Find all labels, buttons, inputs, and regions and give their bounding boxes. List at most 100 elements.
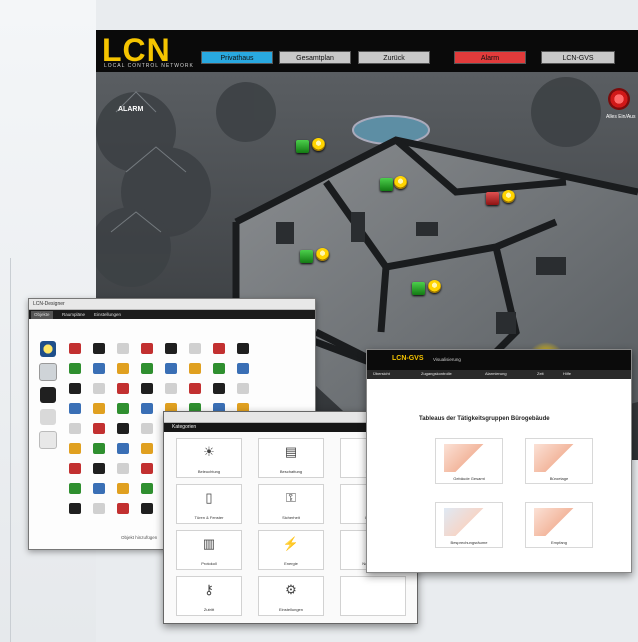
tableau-tile[interactable]: Büroetage xyxy=(525,438,593,484)
object-icon[interactable] xyxy=(69,383,81,394)
nav-privathaus-button[interactable]: Privathaus xyxy=(201,51,273,64)
device-switch-icon[interactable] xyxy=(380,178,393,191)
object-icon[interactable] xyxy=(165,363,177,374)
object-icon[interactable] xyxy=(141,343,153,354)
object-icon[interactable] xyxy=(141,483,153,494)
lamp-icon[interactable] xyxy=(428,280,441,293)
object-icon[interactable] xyxy=(213,363,225,374)
device-alarm-icon[interactable] xyxy=(486,192,499,205)
category-tile[interactable]: ☀ Beleuchtung xyxy=(176,438,242,478)
door-icon: ▯ xyxy=(205,490,213,505)
object-icon[interactable] xyxy=(237,383,249,394)
object-icon[interactable] xyxy=(93,343,105,354)
shutter-icon[interactable] xyxy=(39,363,57,381)
tab-einstellungen[interactable]: Einstellungen xyxy=(91,311,124,319)
object-icon[interactable] xyxy=(69,343,81,354)
object-icon[interactable] xyxy=(117,383,129,394)
object-icon[interactable] xyxy=(69,463,81,474)
tab-raumplaene[interactable]: Raumpläne xyxy=(59,311,88,319)
object-icon[interactable] xyxy=(117,443,129,454)
object-icon[interactable] xyxy=(189,343,201,354)
object-icon[interactable] xyxy=(69,423,81,434)
category-tile-label: Beschattung xyxy=(279,469,303,474)
device-switch-icon[interactable] xyxy=(300,250,313,263)
lamp-icon[interactable] xyxy=(316,248,329,261)
tableau-image xyxy=(534,444,584,472)
category-tile[interactable]: ▤ Beschattung xyxy=(258,438,324,478)
device-switch-icon[interactable] xyxy=(296,140,309,153)
object-icon[interactable] xyxy=(141,403,153,414)
object-icon[interactable] xyxy=(69,483,81,494)
object-icon[interactable] xyxy=(213,383,225,394)
object-icon[interactable] xyxy=(237,363,249,374)
object-icon[interactable] xyxy=(117,503,129,514)
object-icon[interactable] xyxy=(117,403,129,414)
category-tile[interactable] xyxy=(340,576,406,616)
category-tile[interactable]: ⚡ Energie xyxy=(258,530,324,570)
object-icon[interactable] xyxy=(237,343,249,354)
object-icon[interactable] xyxy=(117,483,129,494)
object-icon[interactable] xyxy=(141,443,153,454)
category-tile-label: Einstellungen xyxy=(278,607,304,612)
object-icon[interactable] xyxy=(141,363,153,374)
object-icon[interactable] xyxy=(117,343,129,354)
menu-item-alarmierung[interactable]: Alarmierung xyxy=(485,371,507,376)
object-icon[interactable] xyxy=(213,343,225,354)
frame-divider xyxy=(10,258,11,642)
object-icon[interactable] xyxy=(93,403,105,414)
category-tile-label: Energie xyxy=(284,561,298,566)
object-icon[interactable] xyxy=(93,483,105,494)
tableau-tile[interactable]: Gebäude Gesamt xyxy=(435,438,503,484)
menu-item-zeit[interactable]: Zeit xyxy=(537,371,544,376)
object-icon[interactable] xyxy=(117,463,129,474)
category-tile[interactable]: ⚙ Einstellungen xyxy=(258,576,324,616)
hand-icon[interactable] xyxy=(39,431,57,449)
lighting-icon: ☀ xyxy=(203,444,215,459)
object-icon[interactable] xyxy=(141,503,153,514)
object-icon[interactable] xyxy=(141,423,153,434)
sensor-icon[interactable] xyxy=(40,409,56,425)
menu-item-uebersicht[interactable]: Übersicht xyxy=(373,371,390,376)
object-icon[interactable] xyxy=(141,463,153,474)
object-icon[interactable] xyxy=(189,383,201,394)
tableau-tile[interactable]: Besprechungsräume xyxy=(435,502,503,548)
object-icon[interactable] xyxy=(93,463,105,474)
object-icon[interactable] xyxy=(117,423,129,434)
object-icon[interactable] xyxy=(69,363,81,374)
object-icon[interactable] xyxy=(69,403,81,414)
nav-back-button[interactable]: Zurück xyxy=(358,51,430,64)
object-icon[interactable] xyxy=(141,383,153,394)
tableau-tile[interactable]: Empfang xyxy=(525,502,593,548)
nav-lcn-gvs-button[interactable]: LCN-GVS xyxy=(541,51,615,64)
menu-item-hilfe[interactable]: Hilfe xyxy=(563,371,571,376)
tab-objekte[interactable]: Objekte xyxy=(31,311,53,319)
category-tile[interactable]: ▯ Türen & Fenster xyxy=(176,484,242,524)
nav-alarm-button[interactable]: Alarm xyxy=(454,51,526,64)
heating-icon[interactable] xyxy=(40,387,56,403)
object-icon[interactable] xyxy=(93,503,105,514)
menu-item-zugangskontrolle[interactable]: Zugangskontrolle xyxy=(421,371,452,376)
lamp-icon[interactable] xyxy=(502,190,515,203)
object-icon[interactable] xyxy=(165,383,177,394)
tableau-image xyxy=(444,508,494,536)
lamp-icon[interactable] xyxy=(312,138,325,151)
object-icon[interactable] xyxy=(69,503,81,514)
category-tile[interactable]: ▥ Protokoll xyxy=(176,530,242,570)
device-switch-icon[interactable] xyxy=(412,282,425,295)
object-icon[interactable] xyxy=(189,363,201,374)
object-icon[interactable] xyxy=(93,423,105,434)
alarm-label: ALARM xyxy=(118,106,144,113)
object-icon[interactable] xyxy=(93,383,105,394)
object-icon[interactable] xyxy=(69,443,81,454)
nav-gesamtplan-button[interactable]: Gesamtplan xyxy=(279,51,351,64)
lamp-icon[interactable] xyxy=(394,176,407,189)
object-icon[interactable] xyxy=(93,443,105,454)
gvs-window: LCN-GVS Visualisierung Übersicht Zugangs… xyxy=(366,349,632,573)
category-tile[interactable]: ⚿ Sicherheit xyxy=(258,484,324,524)
object-icon[interactable] xyxy=(165,343,177,354)
lightbulb-icon[interactable] xyxy=(40,341,56,357)
category-tile[interactable]: ⚷ Zutritt xyxy=(176,576,242,616)
object-icon[interactable] xyxy=(93,363,105,374)
alarm-siren-icon[interactable] xyxy=(608,88,630,110)
object-icon[interactable] xyxy=(117,363,129,374)
